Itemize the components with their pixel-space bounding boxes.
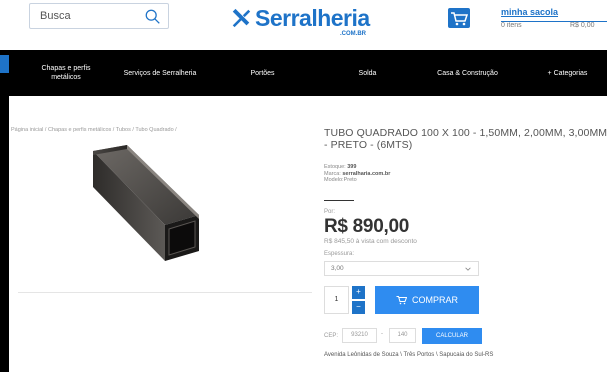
page: Serralheria .COM.BR minha sacola 0 itens… — [0, 0, 607, 372]
nav-item-casa-construcao[interactable]: Casa & Construção — [425, 50, 510, 96]
thickness-value: 3,00 — [331, 265, 344, 272]
price-prefix: Por: — [324, 209, 336, 215]
search-icon[interactable] — [144, 8, 162, 26]
cep-label: CEP: — [324, 333, 339, 339]
stock-value: 399 — [347, 164, 357, 170]
brand-value[interactable]: serralharia.com.br — [342, 171, 390, 177]
bag-title[interactable]: minha sacola — [501, 7, 558, 17]
cep-input-1[interactable]: 93210 — [342, 328, 377, 343]
model-label: Modelo: — [324, 177, 344, 183]
product-title: TUBO QUADRADO 100 X 100 - 1,50MM, 2,00MM… — [324, 127, 607, 151]
search-box[interactable] — [29, 3, 169, 29]
site-header: Serralheria .COM.BR minha sacola 0 itens… — [0, 0, 607, 50]
thickness-select[interactable]: 3,00 — [324, 261, 479, 276]
shopping-bag[interactable]: minha sacola 0 itens R$ 0,00 — [448, 6, 607, 34]
shipping-address: Avenida Leônidas de Souza \ Três Portos … — [324, 352, 494, 358]
logo-domain: .COM.BR — [340, 31, 366, 37]
chevron-down-icon — [465, 267, 471, 271]
thickness-label: Espessura: — [324, 251, 355, 257]
site-logo[interactable]: Serralheria .COM.BR — [230, 5, 370, 37]
quantity-plus-button[interactable]: + — [352, 286, 365, 299]
bag-total: R$ 0,00 — [570, 22, 595, 29]
cash-price: R$ 845,50 à vista com desconto — [324, 238, 417, 245]
calculate-shipping-button[interactable]: CALCULAR — [422, 328, 482, 344]
product-price: R$ 890,00 — [324, 216, 409, 237]
brand-label: Marca: — [324, 170, 341, 177]
breadcrumb[interactable]: Página inicial / Chapas e perfis metálic… — [11, 127, 177, 133]
cart-icon — [396, 296, 407, 305]
model-value: Preto — [343, 177, 357, 183]
product-meta: Estoque: 399 Marca: serralharia.com.br M… — [324, 164, 390, 184]
nav-item-mais-categorias[interactable]: + Categorias — [535, 50, 600, 96]
nav-item-servicos[interactable]: Serviços de Serralheria — [110, 50, 210, 96]
nav-item-solda[interactable]: Solda — [345, 50, 390, 96]
product-content: Página inicial / Chapas e perfis metálic… — [9, 96, 607, 372]
main-nav: Chapas e perfis metálicos Serviços de Se… — [0, 50, 607, 96]
side-accent — [0, 55, 9, 73]
cep-separator: - — [381, 331, 383, 337]
cart-icon[interactable] — [448, 8, 470, 28]
buy-button[interactable]: COMPRAR — [375, 286, 479, 314]
cep-input-2[interactable]: 140 — [389, 328, 416, 343]
section-divider — [18, 292, 312, 293]
nav-item-chapas[interactable]: Chapas e perfis metálicos — [36, 50, 96, 96]
tools-logo-icon — [232, 8, 251, 28]
quantity-minus-button[interactable]: − — [352, 301, 365, 314]
search-input[interactable] — [40, 8, 140, 24]
logo-text: Serralheria — [255, 5, 370, 31]
buy-button-label: COMPRAR — [411, 295, 458, 305]
bag-items-count: 0 itens — [501, 22, 522, 29]
price-divider — [324, 200, 354, 201]
stock-label: Estoque: — [324, 164, 346, 170]
nav-item-portoes[interactable]: Portões — [235, 50, 290, 96]
quantity-input[interactable]: 1 — [324, 286, 349, 314]
product-image[interactable] — [79, 143, 219, 263]
